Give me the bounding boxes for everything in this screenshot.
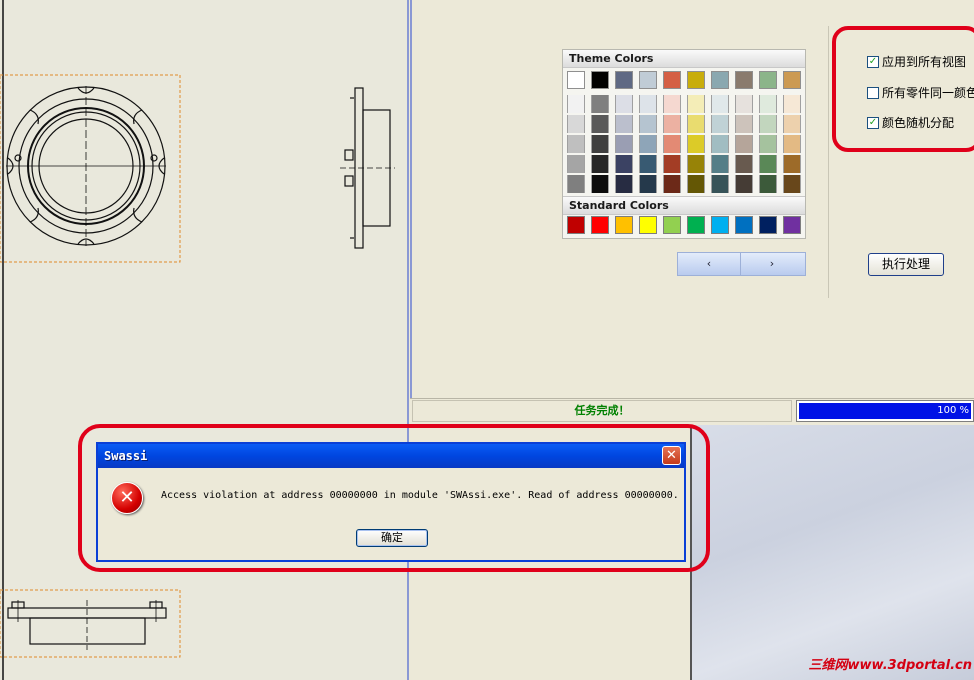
theme-shade-swatch[interactable] (663, 135, 681, 153)
theme-shade-swatch[interactable] (759, 155, 777, 173)
theme-shade-swatch[interactable] (591, 115, 609, 133)
theme-shade-swatch[interactable] (735, 95, 753, 113)
theme-shade-swatch[interactable] (711, 175, 729, 193)
standard-color-swatch[interactable] (735, 216, 753, 234)
theme-color-swatch[interactable] (567, 71, 585, 89)
theme-shade-swatch[interactable] (663, 155, 681, 173)
standard-color-swatch[interactable] (711, 216, 729, 234)
theme-shade-swatch[interactable] (615, 175, 633, 193)
theme-color-swatch[interactable] (591, 71, 609, 89)
theme-shade-swatch[interactable] (639, 175, 657, 193)
color-palette: Theme Colors Standard Colors (562, 49, 806, 239)
standard-color-swatch[interactable] (687, 216, 705, 234)
theme-color-swatch[interactable] (711, 71, 729, 89)
theme-color-swatch[interactable] (687, 71, 705, 89)
theme-shade-swatch[interactable] (711, 155, 729, 173)
execute-button[interactable]: 执行处理 (868, 253, 944, 276)
theme-shade-swatch[interactable] (615, 155, 633, 173)
status-text: 任务完成！ (412, 400, 792, 422)
standard-color-swatch[interactable] (663, 216, 681, 234)
standard-color-swatch[interactable] (759, 216, 777, 234)
theme-shade-swatch[interactable] (663, 95, 681, 113)
progress-bar: 100 % (796, 400, 974, 422)
standard-color-swatch[interactable] (567, 216, 585, 234)
theme-shade-swatch[interactable] (639, 95, 657, 113)
theme-shade-swatch[interactable] (567, 115, 585, 133)
drawing-canvas[interactable] (0, 0, 409, 680)
theme-shade-swatch[interactable] (735, 175, 753, 193)
theme-shade-swatch[interactable] (783, 95, 801, 113)
theme-shade-swatch[interactable] (639, 135, 657, 153)
standard-color-swatch[interactable] (591, 216, 609, 234)
theme-shade-swatch[interactable] (591, 135, 609, 153)
theme-shade-swatch[interactable] (663, 115, 681, 133)
background-window (690, 425, 974, 680)
theme-shade-swatch[interactable] (567, 135, 585, 153)
theme-shade-swatch[interactable] (591, 95, 609, 113)
theme-shade-swatch[interactable] (735, 135, 753, 153)
bottom-view-frame (0, 589, 181, 658)
theme-shade-swatch[interactable] (615, 95, 633, 113)
theme-shade-swatch[interactable] (687, 135, 705, 153)
flange-side-view (340, 87, 395, 249)
flange-front-view (6, 86, 166, 246)
theme-shade-swatch[interactable] (783, 155, 801, 173)
theme-shade-swatch[interactable] (783, 115, 801, 133)
theme-color-swatch[interactable] (615, 71, 633, 89)
theme-shade-swatch[interactable] (759, 115, 777, 133)
theme-shade-swatch[interactable] (591, 175, 609, 193)
options-separator (828, 26, 829, 298)
theme-shade-swatch[interactable] (759, 95, 777, 113)
palette-pager: ‹ › (677, 252, 806, 276)
theme-color-swatch[interactable] (663, 71, 681, 89)
theme-colors-header: Theme Colors (563, 50, 805, 68)
theme-shade-swatch[interactable] (783, 135, 801, 153)
theme-shade-swatch[interactable] (759, 175, 777, 193)
theme-shade-swatch[interactable] (591, 155, 609, 173)
theme-shade-swatch[interactable] (615, 115, 633, 133)
theme-shade-swatch[interactable] (567, 155, 585, 173)
theme-shade-swatch[interactable] (735, 155, 753, 173)
theme-color-swatch[interactable] (639, 71, 657, 89)
standard-color-swatch[interactable] (783, 216, 801, 234)
watermark: 三维网www.3dportal.cn (808, 658, 972, 673)
cad-drawing (0, 0, 409, 680)
theme-color-swatch[interactable] (783, 71, 801, 89)
theme-shade-swatch[interactable] (687, 95, 705, 113)
progress-text: 100 % (937, 405, 969, 416)
standard-colors-header: Standard Colors (563, 196, 805, 215)
theme-shade-swatch[interactable] (711, 135, 729, 153)
standard-color-swatch[interactable] (639, 216, 657, 234)
dialog-highlight-ring (78, 424, 710, 572)
theme-shade-swatch[interactable] (711, 115, 729, 133)
theme-shade-swatch[interactable] (615, 135, 633, 153)
theme-shade-swatch[interactable] (711, 95, 729, 113)
prev-page-button[interactable]: ‹ (678, 253, 741, 275)
theme-shade-swatch[interactable] (687, 175, 705, 193)
flange-bottom-view (7, 600, 167, 650)
theme-color-swatch[interactable] (735, 71, 753, 89)
theme-shade-swatch[interactable] (639, 115, 657, 133)
theme-color-swatch[interactable] (759, 71, 777, 89)
options-highlight-ring (832, 26, 974, 152)
theme-shade-swatch[interactable] (663, 175, 681, 193)
theme-shade-swatch[interactable] (783, 175, 801, 193)
next-page-button[interactable]: › (741, 253, 803, 275)
theme-shade-swatch[interactable] (639, 155, 657, 173)
theme-shade-swatch[interactable] (567, 175, 585, 193)
theme-shade-swatch[interactable] (735, 115, 753, 133)
theme-shade-swatch[interactable] (567, 95, 585, 113)
theme-shade-swatch[interactable] (759, 135, 777, 153)
standard-color-swatch[interactable] (615, 216, 633, 234)
theme-shade-swatch[interactable] (687, 115, 705, 133)
theme-shade-swatch[interactable] (687, 155, 705, 173)
